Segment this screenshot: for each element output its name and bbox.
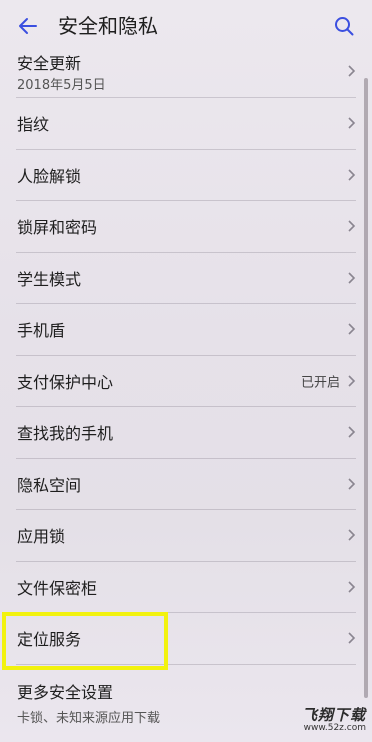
setting-label: 学生模式 (17, 269, 82, 289)
setting-app-lock[interactable]: 应用锁 (16, 510, 356, 562)
setting-student-mode[interactable]: 学生模式 (16, 253, 356, 304)
chevron-right-icon (348, 581, 356, 593)
setting-lockscreen-password[interactable]: 锁屏和密码 (16, 201, 356, 253)
highlight-box (2, 612, 168, 670)
setting-find-my-phone[interactable]: 查找我的手机 (16, 407, 356, 459)
setting-label: 支付保护中心 (17, 372, 114, 392)
chevron-right-icon (348, 478, 356, 490)
chevron-right-icon (348, 529, 356, 541)
chevron-right-icon (348, 64, 356, 77)
search-button[interactable] (326, 8, 362, 44)
setting-label: 锁屏和密码 (17, 218, 98, 238)
chevron-right-icon (348, 220, 356, 232)
chevron-right-icon (348, 169, 356, 181)
setting-face-unlock[interactable]: 人脸解锁 (16, 150, 356, 201)
setting-sublabel: 卡锁、未知来源应用下载 (17, 710, 161, 726)
back-button[interactable] (10, 8, 46, 44)
watermark-logo: 飞翔下载 www.52z.com (286, 704, 366, 734)
setting-label: 查找我的手机 (17, 424, 114, 444)
setting-payment-protection[interactable]: 支付保护中心 已开启 (16, 356, 356, 407)
chevron-right-icon (348, 117, 356, 129)
chevron-right-icon (348, 632, 356, 644)
setting-label: 更多安全设置 (17, 682, 114, 702)
setting-label: 应用锁 (17, 527, 66, 547)
setting-sublabel: 2018年5月5日 (17, 78, 106, 93)
setting-label: 文件保密柜 (17, 578, 98, 598)
setting-label: 隐私空间 (17, 475, 82, 495)
setting-private-space[interactable]: 隐私空间 (16, 459, 356, 510)
setting-fingerprint[interactable]: 指纹 (16, 98, 356, 150)
setting-phone-shield[interactable]: 手机盾 (16, 304, 356, 356)
chevron-right-icon (348, 272, 356, 284)
setting-label: 人脸解锁 (17, 166, 82, 186)
setting-label: 手机盾 (17, 321, 66, 341)
chevron-right-icon (348, 426, 356, 438)
watermark-url: www.52z.com (303, 723, 366, 733)
setting-label: 指纹 (17, 115, 50, 135)
scrollbar[interactable] (364, 78, 368, 698)
setting-status: 已开启 (300, 375, 340, 391)
back-arrow-icon (19, 18, 37, 34)
setting-file-safe[interactable]: 文件保密柜 (16, 562, 356, 613)
setting-label: 安全更新 (17, 54, 82, 73)
page-title: 安全和隐私 (58, 14, 158, 38)
chevron-right-icon (348, 375, 356, 387)
chevron-right-icon (348, 323, 356, 335)
search-icon (335, 17, 354, 36)
watermark-title: 飞翔下载 (301, 706, 366, 724)
setting-security-update[interactable]: 安全更新 2018年5月5日 (16, 44, 356, 98)
